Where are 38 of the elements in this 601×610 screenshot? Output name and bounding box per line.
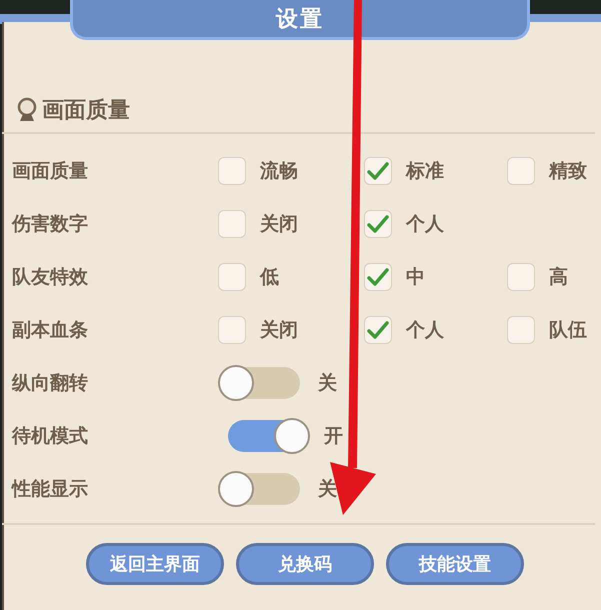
setting-label: 待机模式 <box>12 424 89 448</box>
option-label: 精致 <box>549 158 587 184</box>
menu-button[interactable]: 兑换码 <box>236 543 374 585</box>
setting-label: 伤害数字 <box>12 212 89 236</box>
option-label: 标准 <box>406 158 444 184</box>
option-label: 关闭 <box>260 318 298 342</box>
crystal-ball-icon <box>16 97 38 123</box>
option-label: 高 <box>549 264 568 290</box>
menu-button[interactable]: 返回主界面 <box>86 543 224 585</box>
checkbox[interactable] <box>507 316 535 344</box>
checkbox[interactable] <box>364 210 392 238</box>
option-label: 关闭 <box>260 212 298 236</box>
toggle-state: 开 <box>324 424 343 448</box>
option-label: 中 <box>406 264 425 290</box>
option-label: 流畅 <box>260 158 298 184</box>
setting-label: 画面质量 <box>12 158 89 184</box>
checkbox[interactable] <box>364 316 392 344</box>
checkbox[interactable] <box>218 156 246 184</box>
checkbox[interactable] <box>364 156 392 184</box>
checkbox[interactable] <box>507 156 535 184</box>
setting-label: 副本血条 <box>12 318 89 342</box>
option-label: 个人 <box>406 212 444 236</box>
setting-label: 纵向翻转 <box>12 370 89 396</box>
section-title: 画面质量 <box>42 97 130 125</box>
checkbox[interactable] <box>507 262 535 290</box>
checkbox[interactable] <box>218 210 246 238</box>
setting-label: 性能显示 <box>12 476 89 502</box>
toggle-state: 关 <box>318 370 337 396</box>
option-label: 队伍 <box>549 318 587 342</box>
checkbox[interactable] <box>218 316 246 344</box>
option-label: 个人 <box>406 318 444 342</box>
menu-button[interactable]: 技能设置 <box>386 543 524 585</box>
option-label: 低 <box>260 264 279 290</box>
checkbox[interactable] <box>218 262 246 290</box>
checkbox[interactable] <box>364 262 392 290</box>
toggle-state: 关 <box>318 476 337 502</box>
setting-label: 队友特效 <box>12 264 89 290</box>
window-title: 设置 <box>276 6 324 34</box>
